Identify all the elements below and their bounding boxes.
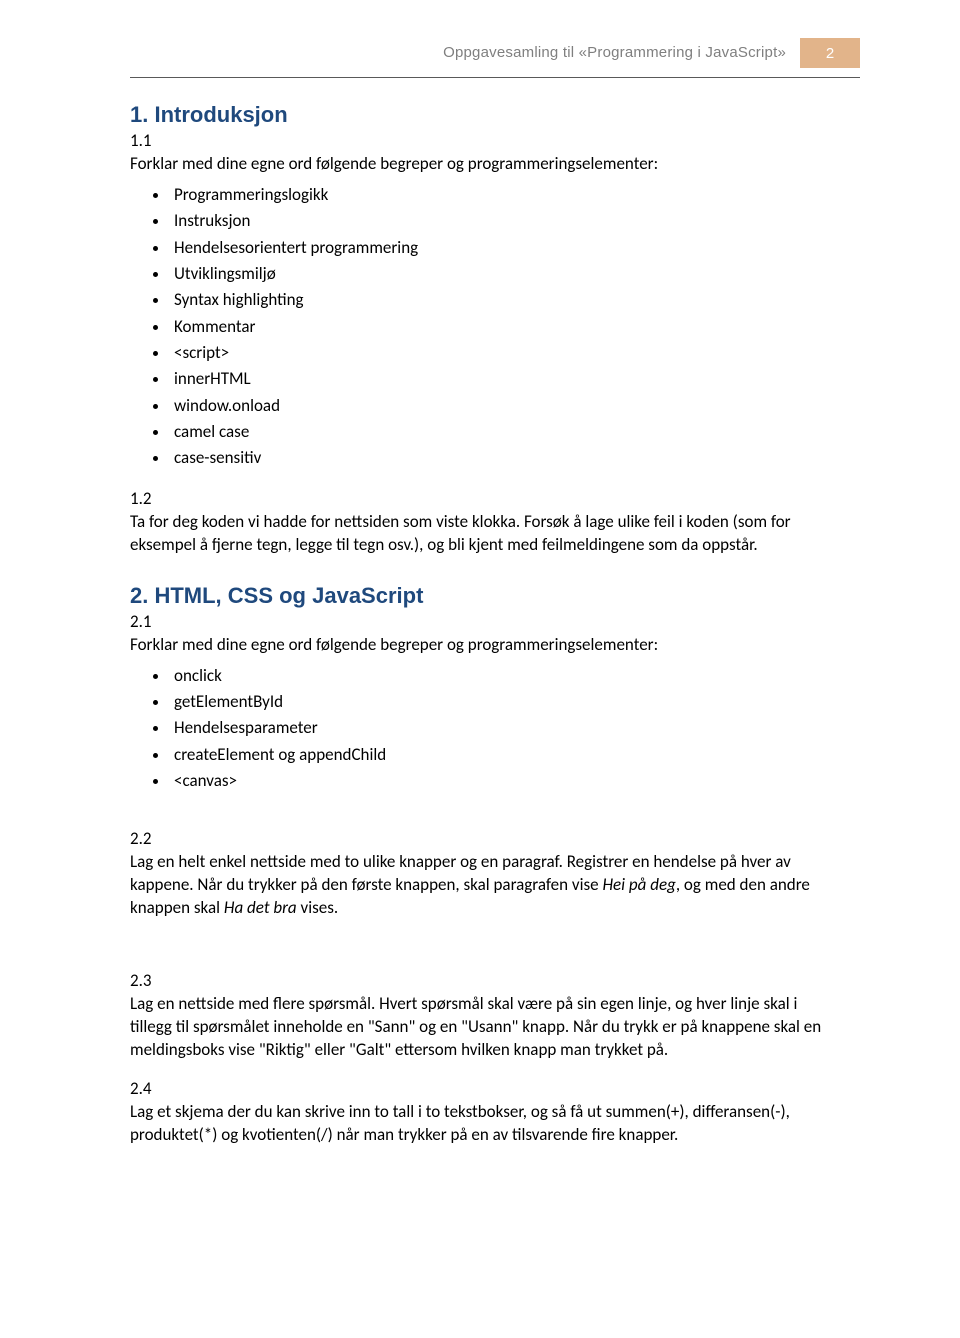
subsection-2-3-text: Lag en nettside med flere spørsmål. Hver… (130, 993, 830, 1062)
list-item: window.onload (170, 393, 830, 419)
subsection-2-2-text: Lag en helt enkel nettside med to ulike … (130, 851, 830, 920)
subsection-1-1-number: 1.1 (130, 130, 830, 151)
subsection-1-1-intro: Forklar med dine egne ord følgende begre… (130, 153, 830, 176)
list-item: Kommentar (170, 314, 830, 340)
list-item: Programmeringslogikk (170, 182, 830, 208)
list-item: Hendelsesorientert programmering (170, 235, 830, 261)
italic-text: Hei på deg (602, 874, 675, 895)
subsection-1-1-list: Programmeringslogikk Instruksjon Hendels… (130, 182, 830, 472)
section-2-heading: 2. HTML, CSS og JavaScript (130, 583, 830, 609)
subsection-2-1-intro: Forklar med dine egne ord følgende begre… (130, 634, 830, 657)
subsection-2-2: 2.2 Lag en helt enkel nettside med to ul… (130, 828, 830, 920)
subsection-2-1-number: 2.1 (130, 611, 830, 632)
subsection-2-4-text: Lag et skjema der du kan skrive inn to t… (130, 1101, 830, 1147)
list-item: createElement og appendChild (170, 742, 830, 768)
list-item: onclick (170, 663, 830, 689)
page-number-badge: 2 (800, 38, 860, 68)
list-item: innerHTML (170, 366, 830, 392)
subsection-1-2-text: Ta for deg koden vi hadde for nettsiden … (130, 511, 830, 557)
text-fragment: vises. (297, 897, 338, 918)
subsection-2-1-list: onclick getElementById Hendelsesparamete… (130, 663, 830, 795)
list-item: case-sensitiv (170, 445, 830, 471)
page-number: 2 (826, 45, 834, 62)
subsection-1-2-number: 1.2 (130, 488, 830, 509)
subsection-2-3-number: 2.3 (130, 970, 830, 991)
subsection-2-2-number: 2.2 (130, 828, 830, 849)
italic-text: Ha det bra (224, 897, 297, 918)
list-item: <canvas> (170, 768, 830, 794)
list-item: camel case (170, 419, 830, 445)
list-item: Hendelsesparameter (170, 715, 830, 741)
list-item: <script> (170, 340, 830, 366)
section-1-heading: 1. Introduksjon (130, 102, 830, 128)
subsection-2-4: 2.4 Lag et skjema der du kan skrive inn … (130, 1078, 830, 1147)
subsection-2-3: 2.3 Lag en nettside med flere spørsmål. … (130, 970, 830, 1062)
page-header: Oppgavesamling til «Programmering i Java… (130, 38, 830, 78)
subsection-2-4-number: 2.4 (130, 1078, 830, 1099)
list-item: Instruksjon (170, 208, 830, 234)
list-item: Syntax highlighting (170, 287, 830, 313)
list-item: Utviklingsmiljø (170, 261, 830, 287)
document-title: Oppgavesamling til «Programmering i Java… (443, 44, 786, 61)
header-divider (130, 77, 860, 78)
subsection-1-2: 1.2 Ta for deg koden vi hadde for nettsi… (130, 488, 830, 557)
list-item: getElementById (170, 689, 830, 715)
page-container: Oppgavesamling til «Programmering i Java… (0, 0, 960, 1338)
